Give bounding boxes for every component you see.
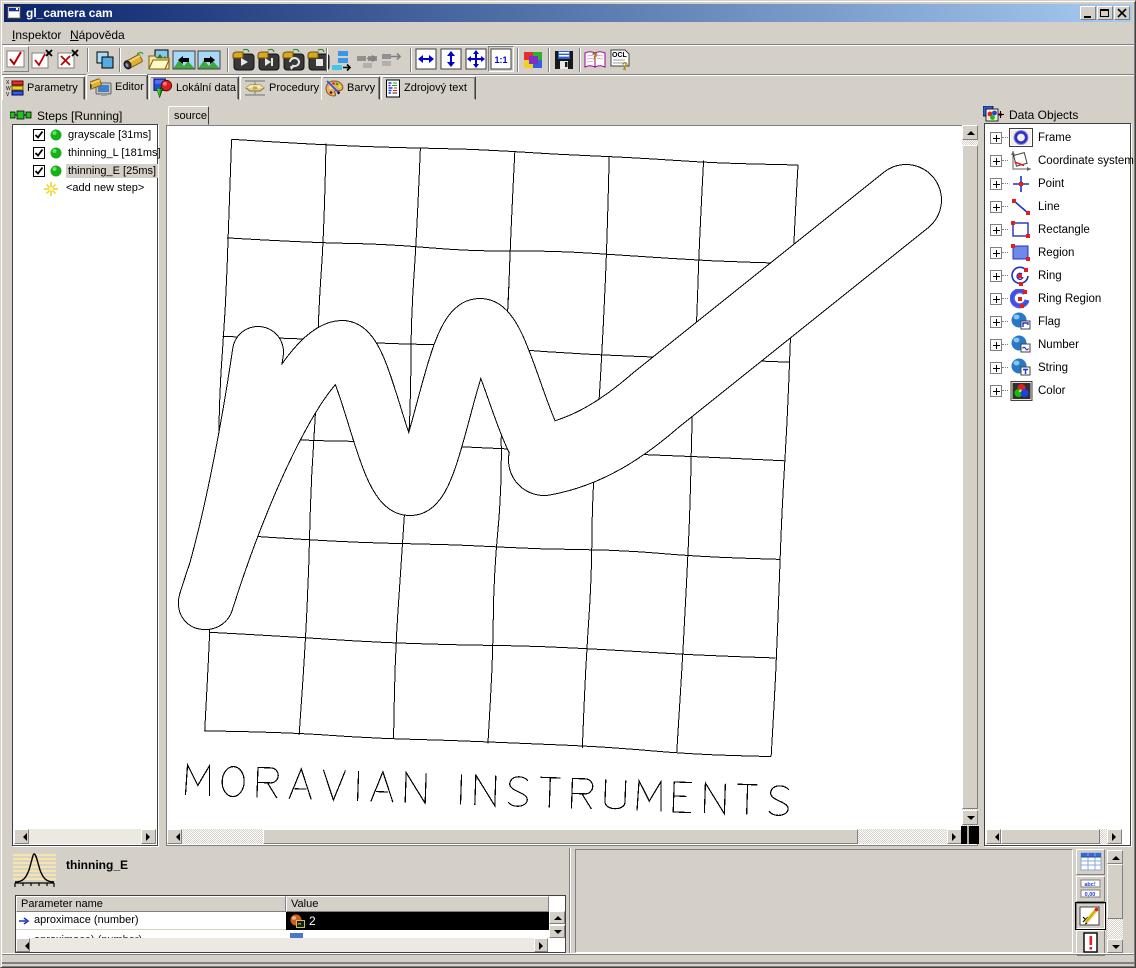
svg-text:?: ? bbox=[592, 51, 598, 63]
svg-text:V: V bbox=[6, 92, 10, 97]
svg-text:1:1: 1:1 bbox=[494, 55, 507, 65]
svg-text:abc!: abc! bbox=[1084, 882, 1095, 888]
svg-text:?: ? bbox=[622, 59, 628, 72]
svg-text:0,00: 0,00 bbox=[1084, 892, 1095, 898]
svg-text:OCL: OCL bbox=[612, 52, 628, 59]
